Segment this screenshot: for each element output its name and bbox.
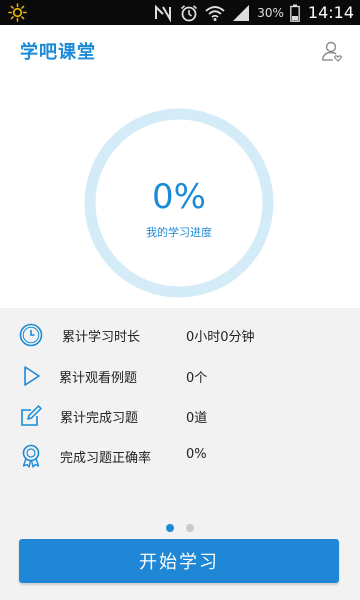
stat-row-study-time: 累计学习时长 0小时0分钟	[0, 320, 360, 350]
clock-icon	[19, 323, 43, 347]
battery-icon	[290, 4, 300, 22]
page-dot[interactable]	[186, 524, 194, 532]
wifi-icon	[205, 5, 225, 21]
weather-sun-icon	[8, 3, 27, 22]
progress-percent: 0%	[152, 177, 206, 217]
app-title: 学吧课堂	[20, 42, 96, 63]
edit-icon	[21, 405, 42, 426]
status-bar: 30% 14:14	[0, 0, 360, 25]
progress-caption: 我的学习进度	[146, 226, 212, 239]
page-dot-active[interactable]	[166, 524, 174, 532]
stat-row-watched-examples: 累计观看例题 0个	[0, 361, 360, 391]
stat-row-completed-exercises: 累计完成习题 0道	[0, 401, 360, 431]
nfc-icon	[155, 4, 172, 22]
user-profile-icon[interactable]	[320, 39, 344, 63]
stat-value: 0道	[186, 411, 208, 426]
stat-row-accuracy: 完成习题正确率 0%	[0, 441, 360, 471]
badge-icon	[22, 444, 40, 468]
play-icon	[24, 366, 40, 386]
stat-value: 0%	[186, 447, 207, 462]
page-indicator	[0, 524, 360, 534]
stat-value: 0个	[186, 371, 208, 386]
stat-value: 0小时0分钟	[186, 330, 255, 345]
alarm-icon	[181, 4, 198, 21]
progress-ring: 0% 我的学习进度	[83, 107, 275, 299]
stat-label: 累计完成习题	[60, 411, 139, 426]
stat-label: 完成习题正确率	[60, 451, 152, 466]
battery-percent: 30%	[257, 5, 284, 20]
signal-icon	[233, 4, 250, 21]
stat-label: 累计观看例题	[59, 371, 138, 386]
app-header: 学吧课堂	[0, 25, 360, 77]
clock-time: 14:14	[307, 3, 354, 22]
start-learning-button[interactable]: 开始学习	[19, 539, 339, 583]
stat-label: 累计学习时长	[62, 330, 141, 345]
